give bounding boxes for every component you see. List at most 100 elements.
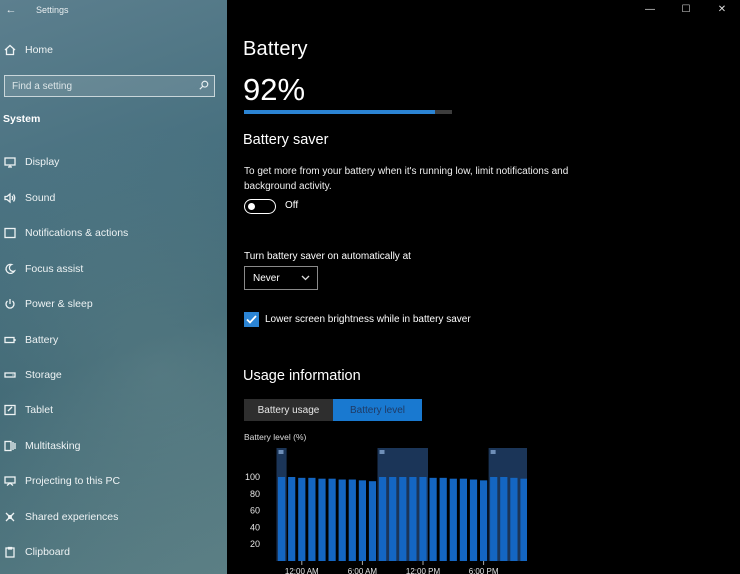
sidebar-item-sound[interactable]: Sound	[0, 187, 227, 209]
chart-bar	[449, 478, 457, 561]
chart-bar	[358, 480, 366, 561]
battery-icon	[3, 333, 17, 347]
tablet-icon	[3, 403, 17, 417]
sidebar-item-label: Display	[25, 156, 60, 168]
notifications-icon	[3, 226, 17, 240]
battery-saver-toggle[interactable]	[244, 199, 276, 214]
sidebar-item-multitasking[interactable]: Multitasking	[0, 435, 227, 457]
chart-bar	[429, 477, 437, 561]
chart-bar	[328, 478, 336, 561]
battery-level-bar	[244, 110, 452, 114]
clipboard-icon	[3, 545, 17, 559]
sidebar-item-focus-assist[interactable]: Focus assist	[0, 258, 227, 280]
sidebar-item-home[interactable]: Home	[0, 39, 227, 61]
chevron-down-icon	[301, 273, 310, 284]
sidebar-item-storage[interactable]: Storage	[0, 364, 227, 386]
x-tick-label: 6:00 PM	[469, 567, 499, 574]
sidebar-item-label: Notifications & actions	[25, 227, 129, 239]
main-content: Battery 92% Battery saver To get more fr…	[227, 0, 740, 574]
chart-bar	[368, 481, 377, 561]
chart-bar	[318, 478, 326, 561]
x-tick-label: 12:00 AM	[285, 567, 319, 574]
sidebar-item-label: Home	[25, 44, 54, 56]
chart-bar	[308, 477, 316, 561]
battery-level-chart: 100 80 60 40 20 12:00 AM 6:00 AM 12:00 PM 6:00 P…	[245, 448, 527, 574]
minimize-button[interactable]: —	[632, 0, 668, 18]
window-controls: — ☐ ✕	[632, 0, 740, 18]
sidebar-item-label: Sound	[25, 192, 56, 204]
search-placeholder: Find a setting	[12, 80, 73, 92]
home-icon	[3, 43, 17, 57]
plug-icon	[379, 450, 385, 454]
auto-battery-saver-label: Turn battery saver on automatically at	[244, 251, 411, 262]
sidebar-item-label: Power & sleep	[25, 298, 93, 310]
sidebar-item-label: Focus assist	[25, 263, 84, 275]
sidebar: ← Settings Home Find a setting System Di…	[0, 0, 227, 574]
battery-percent: 92%	[243, 72, 306, 107]
plug-icon	[490, 450, 496, 454]
app-title: Settings	[36, 5, 69, 15]
battery-saver-description: To get more from your battery when it's …	[244, 166, 569, 192]
chart-bar	[338, 479, 346, 561]
search-input[interactable]: Find a setting	[4, 75, 215, 97]
sidebar-item-label: Storage	[25, 369, 62, 381]
auto-battery-saver-dropdown[interactable]: Never	[244, 266, 318, 290]
usage-information-heading: Usage information	[243, 368, 361, 384]
toggle-knob	[248, 202, 255, 210]
chart-bar	[459, 478, 467, 561]
sidebar-item-display[interactable]: Display	[0, 151, 227, 173]
sidebar-item-shared-experiences[interactable]: Shared experiences	[0, 506, 227, 528]
chart-bar	[520, 478, 527, 561]
sidebar-item-battery[interactable]: Battery	[0, 329, 227, 351]
sidebar-item-tablet[interactable]: Tablet	[0, 399, 227, 421]
chart-bar	[409, 477, 417, 561]
projecting-icon	[3, 474, 17, 488]
chart-bar	[298, 477, 306, 561]
tab-battery-level[interactable]: Battery level	[333, 399, 422, 421]
sidebar-item-label: Battery	[25, 334, 59, 346]
battery-saver-heading: Battery saver	[243, 132, 329, 148]
dropdown-value: Never	[253, 272, 280, 284]
section-title: System	[3, 113, 41, 125]
sidebar-item-label: Projecting to this PC	[25, 475, 121, 487]
chart-bar	[419, 477, 427, 561]
chart-bar	[399, 477, 407, 561]
y-tick-label: 80	[250, 489, 260, 499]
maximize-button[interactable]: ☐	[668, 0, 704, 18]
chart-bar	[469, 479, 478, 561]
lower-brightness-checkbox[interactable]	[244, 312, 259, 327]
chart-bar	[348, 479, 356, 561]
y-tick-label: 100	[245, 472, 260, 482]
chart-bar	[278, 477, 286, 561]
close-button[interactable]: ✕	[704, 0, 740, 18]
y-tick-label: 20	[250, 539, 260, 549]
sidebar-item-label: Shared experiences	[25, 511, 119, 523]
sidebar-item-clipboard[interactable]: Clipboard	[0, 541, 227, 563]
sidebar-item-projecting[interactable]: Projecting to this PC	[0, 470, 227, 492]
plug-icon	[278, 450, 284, 454]
search-icon[interactable]	[199, 80, 209, 93]
multitasking-icon	[3, 439, 17, 453]
chart-bar	[510, 477, 518, 561]
sidebar-item-notifications[interactable]: Notifications & actions	[0, 222, 227, 244]
sidebar-item-label: Tablet	[25, 404, 54, 416]
tab-battery-usage[interactable]: Battery usage	[244, 399, 333, 421]
chart-bar	[490, 477, 498, 561]
back-arrow-icon[interactable]: ←	[0, 4, 22, 16]
toggle-state-label: Off	[285, 200, 299, 211]
focus-assist-icon	[3, 262, 17, 276]
chart-bar	[439, 477, 447, 561]
page-title: Battery	[243, 38, 308, 60]
x-tick-label: 12:00 PM	[406, 567, 441, 574]
usage-tabs: Battery usage Battery level	[244, 399, 422, 421]
sidebar-item-label: Multitasking	[25, 440, 81, 452]
chart-bar	[379, 477, 387, 561]
y-tick-label: 60	[250, 506, 260, 516]
chart-bar	[288, 477, 296, 561]
sidebar-item-power-sleep[interactable]: Power & sleep	[0, 293, 227, 315]
x-tick-label: 6:00 AM	[348, 567, 378, 574]
chart-bar	[500, 477, 508, 561]
title-bar: ← Settings	[0, 0, 227, 20]
chart-bar	[480, 480, 488, 561]
shared-icon	[3, 510, 17, 524]
